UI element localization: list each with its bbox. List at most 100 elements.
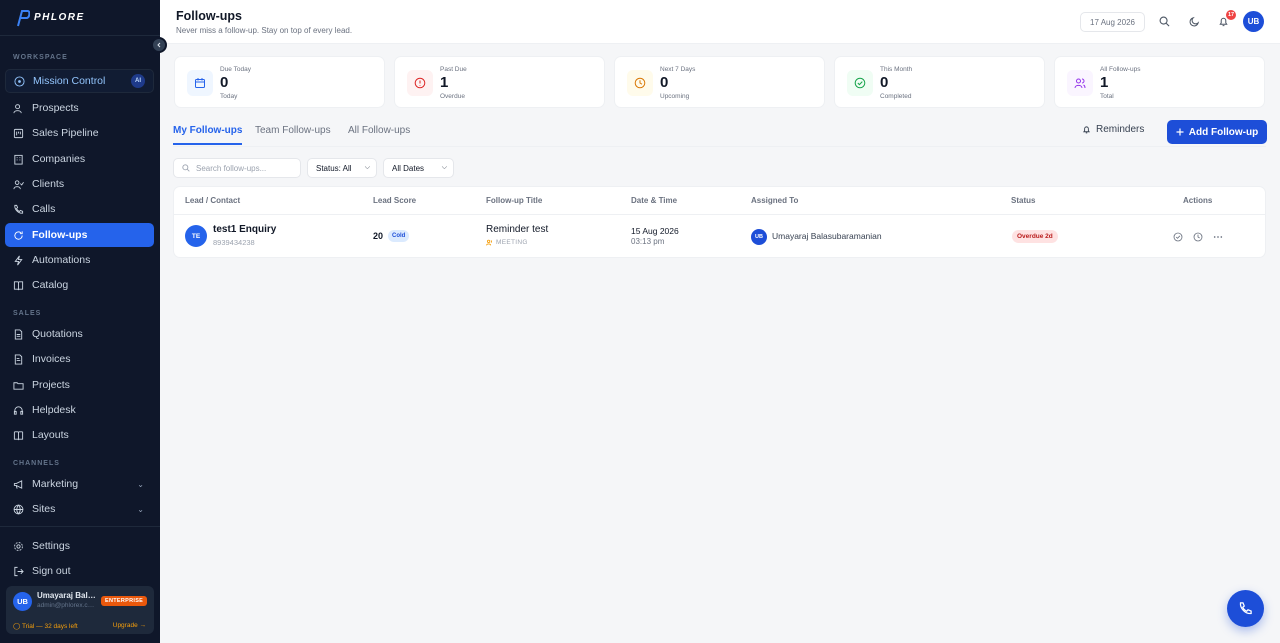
date-filter-select[interactable]: All Dates ⌵ <box>383 158 454 178</box>
chevron-down-icon: ⌄ <box>137 504 144 514</box>
target-icon <box>14 75 25 87</box>
sidebar-item-label: Mission Control <box>33 75 106 87</box>
sidebar-item-automations[interactable]: Automations <box>5 248 154 272</box>
stat-card-past-due[interactable]: Past Due 1 Overdue <box>394 56 605 108</box>
lead-avatar: TE <box>185 225 207 247</box>
sidebar-item-sign-out[interactable]: Sign out <box>5 559 154 583</box>
follow-up-type: MEETING <box>486 239 528 246</box>
search-input[interactable] <box>196 163 291 173</box>
add-follow-up-button[interactable]: Add Follow-up <box>1167 120 1267 144</box>
mark-complete-button[interactable] <box>1172 231 1183 242</box>
clock-icon <box>634 77 646 89</box>
stat-caption: Overdue <box>440 93 465 100</box>
stat-card-due-today[interactable]: Due Today 0 Today <box>174 56 385 108</box>
stat-value: 0 <box>220 74 229 91</box>
stat-card-all-follow-ups[interactable]: All Follow-ups 1 Total <box>1054 56 1265 108</box>
avatar: UB <box>13 592 32 611</box>
sidebar-item-label: Companies <box>32 153 86 165</box>
tab-all-follow-ups[interactable]: All Follow-ups <box>348 125 410 145</box>
sidebar-item-projects[interactable]: Projects <box>5 373 154 397</box>
temperature-badge: Cold <box>388 230 410 242</box>
collapse-sidebar-button[interactable] <box>151 37 167 53</box>
stat-icon-container <box>1067 70 1093 96</box>
table-header-divider <box>174 214 1265 215</box>
check-circle-icon <box>854 77 866 89</box>
trial-text: Trial — 32 days left <box>21 623 78 630</box>
clock-icon <box>1193 232 1202 241</box>
follow-up-time: 03:13 pm <box>631 237 665 246</box>
plan-badge: ENTERPRISE <box>101 596 148 606</box>
sidebar-item-label: Marketing <box>32 478 79 490</box>
users-icon <box>1074 78 1086 89</box>
sidebar-item-settings[interactable]: Settings <box>5 534 154 558</box>
bell-icon <box>1083 126 1090 134</box>
sidebar-item-companies[interactable]: Companies <box>5 147 154 171</box>
column-header-title[interactable]: Follow-up Title <box>486 196 542 205</box>
status-badge: Overdue 2d <box>1012 230 1058 243</box>
top-header: Follow-ups Never miss a follow-up. Stay … <box>160 0 1280 44</box>
user-profile-card[interactable]: UB Umayaraj Balasubaramanian admin@phlor… <box>6 586 154 634</box>
column-header-actions: Actions <box>1183 196 1213 205</box>
column-header-status[interactable]: Status <box>1011 196 1035 205</box>
check-circle-icon <box>1173 232 1182 241</box>
sidebar-item-layouts[interactable]: Layouts <box>5 423 154 447</box>
status-filter-select[interactable]: Status: All ⌵ <box>307 158 377 178</box>
floating-call-button[interactable] <box>1227 590 1264 627</box>
lead-phone: 8939434238 <box>213 238 255 247</box>
add-follow-up-label: Add Follow-up <box>1188 126 1259 138</box>
tab-team-follow-ups[interactable]: Team Follow-ups <box>255 125 331 145</box>
stat-label: Due Today <box>220 66 251 73</box>
sidebar-item-mission-control[interactable]: Mission Control AI <box>5 69 154 93</box>
stat-label: All Follow-ups <box>1100 66 1141 73</box>
search-follow-ups-field[interactable] <box>173 158 301 178</box>
snooze-button[interactable] <box>1192 231 1203 242</box>
tab-my-follow-ups[interactable]: My Follow-ups <box>173 125 243 145</box>
refresh-icon <box>14 230 23 240</box>
more-actions-button[interactable] <box>1212 231 1223 242</box>
sidebar-item-calls[interactable]: Calls <box>5 197 154 221</box>
sidebar-item-label: Sites <box>32 503 56 515</box>
sidebar-item-label: Projects <box>32 379 70 391</box>
sidebar-item-catalog[interactable]: Catalog <box>5 273 154 297</box>
stat-icon-container <box>187 70 213 96</box>
sidebar-item-clients[interactable]: Clients <box>5 172 154 196</box>
globe-icon <box>13 504 24 514</box>
column-header-date-time[interactable]: Date & Time <box>631 196 677 205</box>
plus-icon <box>1176 128 1184 136</box>
phone-icon <box>14 204 24 214</box>
column-header-lead[interactable]: Lead / Contact <box>185 196 240 205</box>
sidebar-item-label: Follow-ups <box>32 229 88 241</box>
folder-icon <box>13 381 24 390</box>
sidebar-item-prospects[interactable]: Prospects <box>5 96 154 120</box>
theme-toggle-button[interactable] <box>1187 14 1201 28</box>
sidebar-item-sites[interactable]: Sites ⌄ <box>5 497 154 521</box>
column-header-assigned-to[interactable]: Assigned To <box>751 196 798 205</box>
sidebar-item-helpdesk[interactable]: Helpdesk <box>5 398 154 422</box>
stat-value: 1 <box>440 74 449 91</box>
avatar[interactable]: UB <box>1243 11 1264 32</box>
column-header-lead-score[interactable]: Lead Score <box>373 196 416 205</box>
reminders-button[interactable]: Reminders <box>1082 124 1144 135</box>
sidebar-item-follow-ups[interactable]: Follow-ups <box>5 223 154 247</box>
lead-name[interactable]: test1 Enquiry <box>213 224 276 235</box>
invoice-icon <box>14 353 23 365</box>
follow-up-title: Reminder test <box>486 224 549 235</box>
megaphone-icon <box>13 479 23 489</box>
stat-caption: Upcoming <box>660 93 690 100</box>
sidebar-item-sales-pipeline[interactable]: Sales Pipeline <box>5 121 154 145</box>
sidebar-item-marketing[interactable]: Marketing ⌄ <box>5 472 154 496</box>
stat-icon-container <box>847 70 873 96</box>
chevron-down-icon: ⌵ <box>364 164 370 171</box>
brand-logo[interactable]: PHLORE <box>0 0 160 36</box>
search-icon <box>1159 16 1169 26</box>
stat-card-this-month[interactable]: This Month 0 Completed <box>834 56 1045 108</box>
logo-text: PHLORE <box>34 12 85 23</box>
stat-card-next-7-days[interactable]: Next 7 Days 0 Upcoming <box>614 56 825 108</box>
search-button[interactable] <box>1157 14 1171 28</box>
stat-label: Past Due <box>440 66 467 73</box>
upgrade-link[interactable]: Upgrade → <box>113 622 146 629</box>
follow-ups-table: Lead / Contact Lead Score Follow-up Titl… <box>173 186 1266 258</box>
sidebar-item-invoices[interactable]: Invoices <box>5 347 154 371</box>
alert-circle-icon <box>414 77 426 89</box>
sidebar-item-quotations[interactable]: Quotations <box>5 322 154 346</box>
